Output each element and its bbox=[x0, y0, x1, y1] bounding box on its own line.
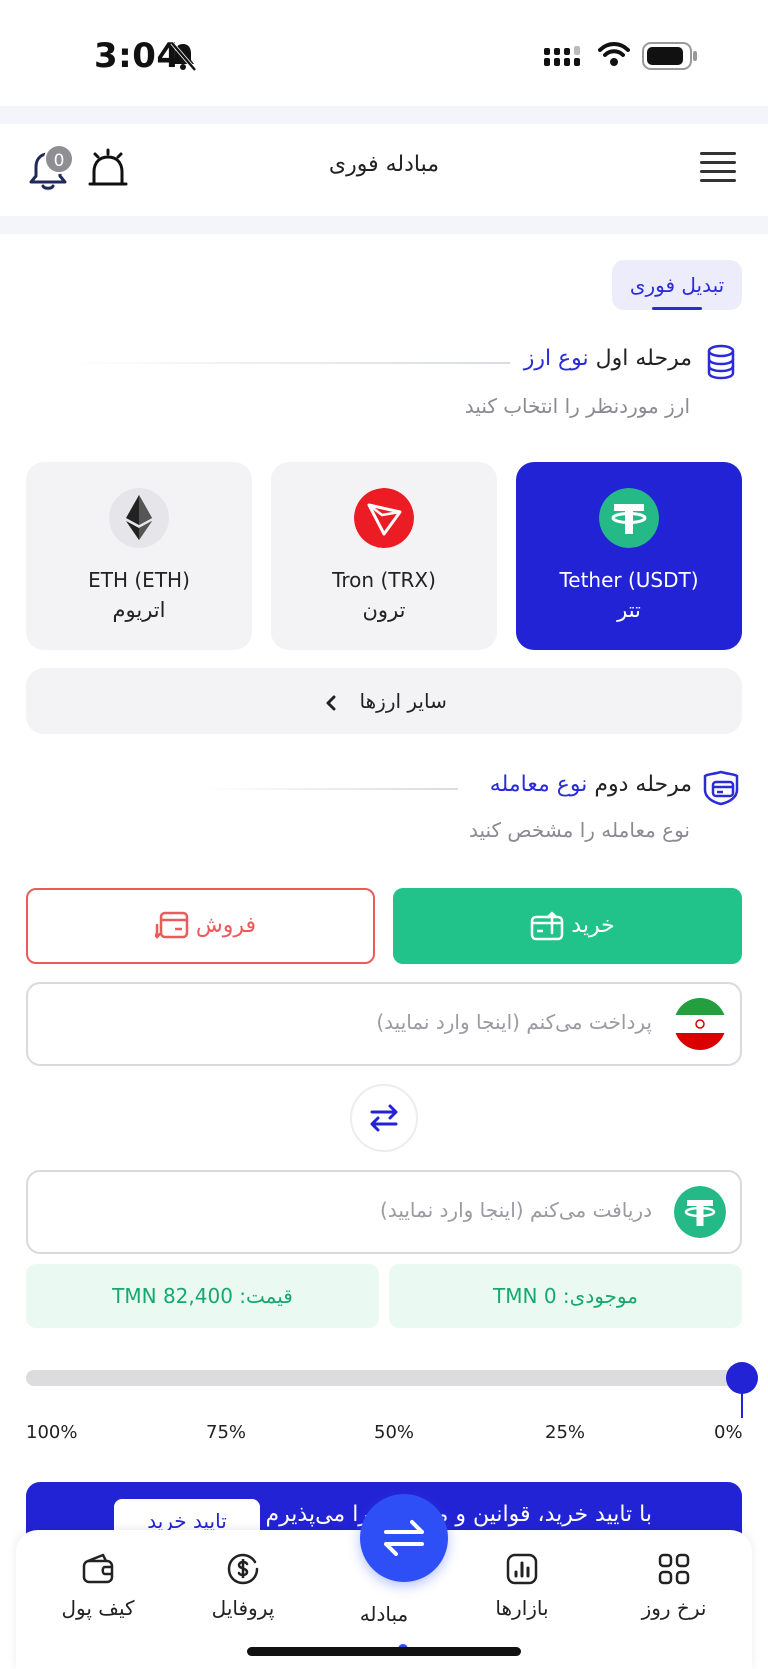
tab-active-indicator bbox=[652, 307, 702, 310]
other-coins-label: سایر ارزها bbox=[359, 689, 447, 713]
nav-label: نرخ روز bbox=[641, 1596, 707, 1620]
nav-label: کیف پول bbox=[61, 1596, 135, 1620]
nav-wallet[interactable]: کیف پول bbox=[38, 1552, 158, 1620]
card-upload-icon bbox=[531, 911, 564, 941]
coin-name-en: Tether (USDT) bbox=[559, 568, 699, 592]
coin-name-fa: تتر bbox=[617, 598, 641, 622]
home-indicator bbox=[247, 1647, 521, 1656]
balance-box: موجودی: 0 TMN bbox=[389, 1264, 742, 1328]
swap-arrows-icon bbox=[370, 1104, 398, 1132]
nav-label: مبادله bbox=[359, 1602, 409, 1626]
header-bottom-divider bbox=[0, 216, 768, 234]
step2-heading: مرحله دوم نوع معامله bbox=[490, 772, 692, 797]
buy-label: خرید bbox=[571, 913, 615, 938]
battery-icon bbox=[642, 42, 697, 70]
card-transfer-icon bbox=[154, 911, 189, 939]
chart-icon bbox=[506, 1553, 538, 1585]
step1-divider bbox=[60, 362, 510, 364]
coin-name-fa: ترون bbox=[362, 598, 406, 622]
nav-markets[interactable]: بازارها bbox=[462, 1552, 582, 1620]
nav-label: بازارها bbox=[495, 1596, 549, 1620]
pay-amount-input[interactable]: پرداخت می‌کنم (اینجا وارد نمایید) bbox=[26, 982, 742, 1066]
wifi-icon bbox=[598, 42, 630, 66]
step2-prefix: مرحله دوم bbox=[594, 772, 692, 797]
terms-text: با تایید خرید، قوانین و مقررات را می‌پذی… bbox=[265, 1502, 652, 1527]
step2-divider bbox=[200, 788, 458, 790]
step2-accent: نوع معامله bbox=[489, 772, 588, 797]
iran-flag-icon bbox=[674, 998, 726, 1050]
amount-slider-track[interactable] bbox=[26, 1370, 742, 1386]
ethereum-logo-icon bbox=[109, 488, 169, 548]
step1-accent: نوع ارز bbox=[523, 346, 589, 371]
exchange-fab-button[interactable] bbox=[360, 1494, 448, 1582]
amount-slider-thumb[interactable] bbox=[726, 1362, 758, 1394]
price-box: قیمت: 82,400 TMN bbox=[26, 1264, 379, 1328]
grid-icon bbox=[658, 1553, 690, 1585]
nav-exchange[interactable]: مبادله bbox=[324, 1592, 444, 1626]
cellular-signal-icon bbox=[544, 46, 580, 66]
pay-placeholder: پرداخت می‌کنم (اینجا وارد نمایید) bbox=[376, 1010, 652, 1034]
sell-button[interactable]: فروش bbox=[26, 888, 375, 964]
slider-indicator bbox=[741, 1392, 743, 1418]
slider-label-50: 50% bbox=[374, 1422, 415, 1443]
step2-hint: نوع معامله را مشخص کنید bbox=[468, 818, 690, 842]
coins-stack-icon bbox=[707, 344, 735, 380]
exchange-icon bbox=[384, 1520, 424, 1556]
coin-name-en: Tron (TRX) bbox=[332, 568, 436, 592]
receive-placeholder: دریافت می‌کنم (اینجا وارد نمایید) bbox=[380, 1198, 652, 1222]
slider-label-0: 0% bbox=[714, 1422, 743, 1443]
card-shield-icon bbox=[703, 770, 739, 806]
nav-profile[interactable]: پروفایل bbox=[183, 1552, 303, 1620]
nav-label: پروفایل bbox=[211, 1596, 275, 1620]
tron-logo-icon bbox=[354, 488, 414, 548]
coin-card-eth[interactable]: ETH (ETH) اتریوم bbox=[26, 462, 252, 650]
bell-muted-icon bbox=[170, 41, 197, 72]
step1-hint: ارز موردنظر را انتخاب کنید bbox=[464, 394, 690, 418]
other-coins-button[interactable]: سایر ارزها bbox=[26, 668, 742, 734]
tab-instant-convert[interactable]: تبدیل فوری bbox=[612, 260, 742, 310]
wallet-icon bbox=[82, 1553, 114, 1584]
sell-label: فروش bbox=[195, 913, 257, 938]
header-top-divider bbox=[0, 106, 768, 124]
coin-name-fa: اتریوم bbox=[112, 598, 166, 622]
notification-badge: 0 bbox=[44, 144, 74, 174]
step1-prefix: مرحله اول bbox=[595, 346, 692, 371]
step1-heading: مرحله اول نوع ارز bbox=[524, 346, 692, 371]
swap-button[interactable] bbox=[350, 1084, 418, 1152]
coin-name-en: ETH (ETH) bbox=[88, 568, 190, 592]
slider-label-25: 25% bbox=[545, 1422, 586, 1443]
tether-logo-icon bbox=[599, 488, 659, 548]
buy-button[interactable]: خرید bbox=[393, 888, 742, 964]
alarm-icon[interactable] bbox=[88, 148, 128, 190]
receive-amount-input[interactable]: دریافت می‌کنم (اینجا وارد نمایید) bbox=[26, 1170, 742, 1254]
coin-card-trx[interactable]: Tron (TRX) ترون bbox=[271, 462, 497, 650]
nav-rates[interactable]: نرخ روز bbox=[614, 1552, 734, 1620]
chevron-left-icon bbox=[326, 695, 336, 710]
dollar-circle-icon bbox=[227, 1553, 259, 1585]
tether-logo-icon bbox=[674, 1186, 726, 1238]
coin-card-usdt[interactable]: Tether (USDT) تتر bbox=[516, 462, 742, 650]
slider-label-75: 75% bbox=[206, 1422, 247, 1443]
slider-label-100: 100% bbox=[26, 1422, 78, 1443]
